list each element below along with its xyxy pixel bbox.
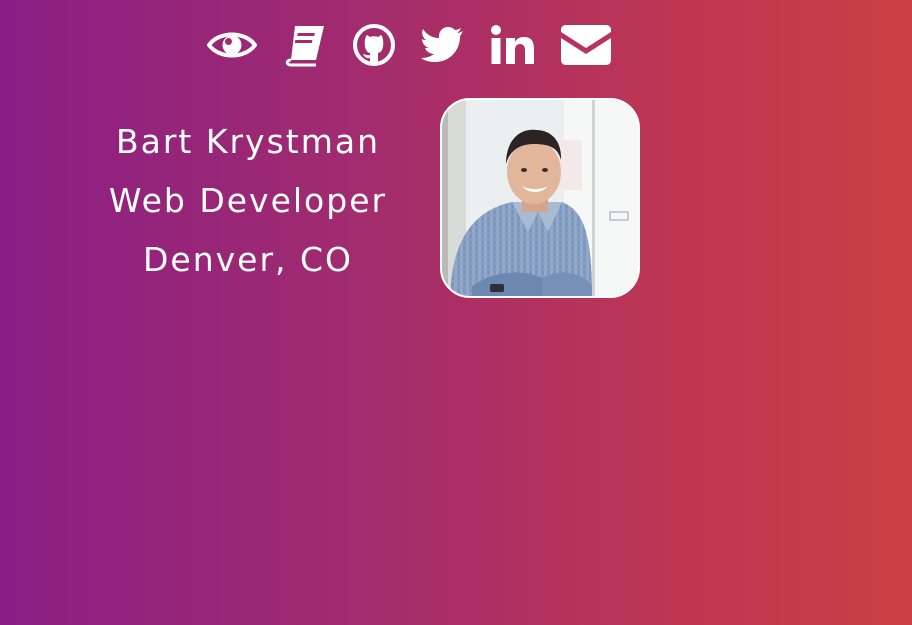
profile-title: Web Developer <box>108 181 388 220</box>
linkedin-icon <box>491 25 535 65</box>
book-icon <box>283 23 327 67</box>
profile-photo <box>440 98 640 298</box>
envelope-icon <box>561 25 611 65</box>
profile-name: Bart Krystman <box>115 122 380 161</box>
github-icon <box>353 24 395 66</box>
twitter-link[interactable] <box>421 20 465 70</box>
eye-icon <box>207 28 257 62</box>
profile-location: Denver, CO <box>142 240 354 279</box>
profile-info: Bart Krystman Web Developer Denver, CO <box>98 112 398 289</box>
social-icon-bar <box>207 20 611 70</box>
email-link[interactable] <box>561 20 611 70</box>
linkedin-link[interactable] <box>491 20 535 70</box>
blog-link[interactable] <box>283 20 327 70</box>
twitter-icon <box>421 26 465 64</box>
portfolio-link[interactable] <box>207 20 257 70</box>
github-link[interactable] <box>353 20 395 70</box>
